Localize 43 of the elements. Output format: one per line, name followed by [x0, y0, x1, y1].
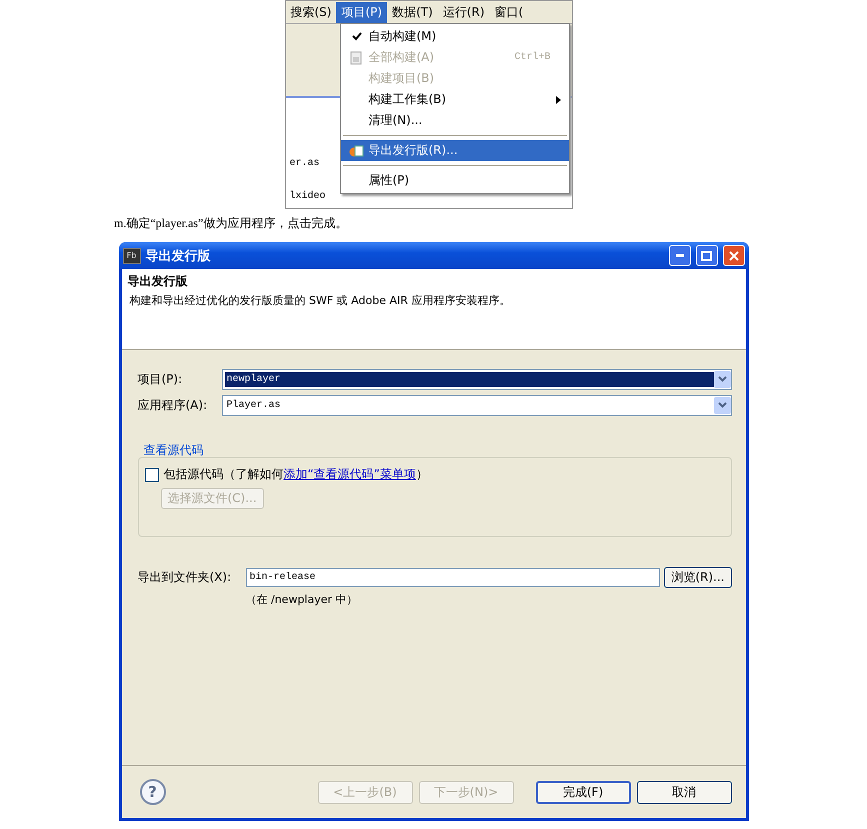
folder-input[interactable]: bin-release [246, 568, 660, 587]
minimize-button[interactable] [668, 245, 690, 266]
submenu-arrow-icon [556, 96, 560, 104]
help-link[interactable]: 添加“查看源代码”菜单项 [284, 466, 416, 483]
checkbox[interactable] [144, 468, 158, 482]
menu-bar-item[interactable]: 运行(R) [438, 2, 490, 22]
menu-bar-item[interactable]: 数据(T) [387, 2, 438, 22]
check-icon [352, 32, 362, 41]
menu-bar-item[interactable]: 搜索(S) [286, 2, 336, 22]
field-label: 应用程序(A): [138, 396, 208, 414]
combo-box[interactable]: newplayer [222, 368, 732, 390]
menu-item[interactable]: 导出发行版(R)... [340, 140, 568, 161]
document-icon [350, 50, 363, 64]
code-line: lxideo [288, 191, 327, 202]
checkbox-label-end: ） [416, 466, 428, 483]
folder-note: （在 /newplayer 中） [246, 592, 359, 607]
export-icon [349, 144, 364, 158]
help-icon[interactable]: ? [140, 779, 166, 805]
checkbox-label: 包括源代码（了解如何 [164, 466, 284, 483]
group-title: 查看源代码 [144, 442, 204, 459]
menu-item[interactable]: 清理(N)... [340, 110, 568, 131]
menu-item[interactable]: 属性(P) [340, 170, 568, 191]
window-title: 导出发行版 [146, 248, 212, 264]
app-icon: Fb [122, 248, 140, 264]
page-heading: 导出发行版 [128, 273, 188, 290]
field-label: 项目(P): [138, 370, 184, 388]
caption: m.确定“player.as”做为应用程序，点击完成。 [114, 215, 348, 232]
maximize-button[interactable] [696, 245, 718, 266]
combo-box[interactable]: Player.as [222, 394, 732, 416]
code-line: er.as [288, 158, 321, 169]
menu-bar-item[interactable]: 项目(P) [336, 2, 388, 22]
dialog-button[interactable]: 取消 [636, 780, 732, 804]
menu-item[interactable]: 自动构建(M) [340, 26, 568, 47]
field-label: 导出到文件夹(X): [138, 569, 232, 586]
browse-button[interactable]: 浏览(R)... [664, 567, 732, 588]
close-icon [728, 250, 738, 260]
maximize-icon [701, 250, 712, 260]
menu-bar-item[interactable]: 窗口( [490, 2, 528, 22]
dialog-button[interactable]: 完成(F) [536, 780, 630, 804]
close-button[interactable] [722, 245, 744, 266]
menu-item[interactable]: 构建工作集(B) [340, 89, 568, 110]
minimize-icon [676, 254, 684, 257]
page-description: 构建和导出经过优化的发行版质量的 SWF 或 Adobe AIR 应用程序安装程序。 [128, 293, 512, 308]
